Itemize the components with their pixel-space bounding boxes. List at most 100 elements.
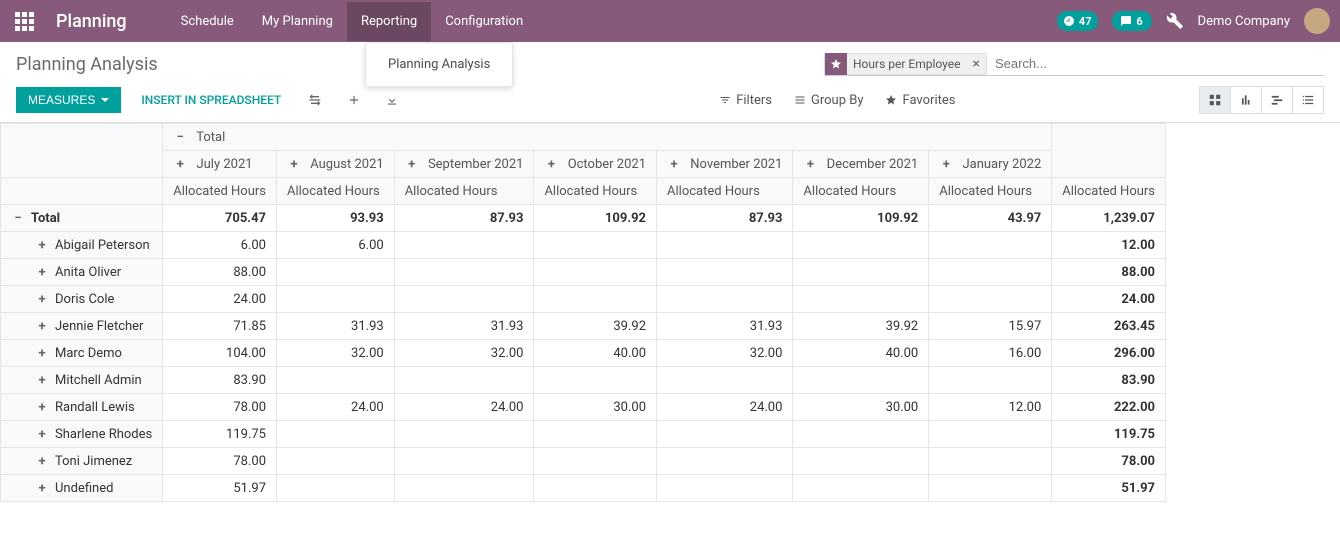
measures-button[interactable]: MEASURES xyxy=(16,87,121,113)
collapse-icon[interactable]: − xyxy=(11,211,25,225)
download-button[interactable] xyxy=(379,89,405,111)
cell xyxy=(793,448,929,475)
col-month-header[interactable]: + August 2021 xyxy=(277,151,395,178)
alloc-corner xyxy=(1,178,163,205)
col-total-header[interactable]: − Total xyxy=(163,124,1052,151)
row-header[interactable]: +Marc Demo xyxy=(1,340,163,367)
caret-down-icon xyxy=(101,98,109,102)
cell: 32.00 xyxy=(394,340,534,367)
cell: 222.00 xyxy=(1052,394,1166,421)
view-pivot-button[interactable] xyxy=(1199,86,1231,114)
user-avatar[interactable] xyxy=(1304,8,1330,34)
row-header[interactable]: +Undefined xyxy=(1,475,163,502)
search-input[interactable] xyxy=(987,52,1324,75)
expand-icon[interactable]: + xyxy=(35,346,49,360)
table-row: +Toni Jimenez78.0078.00 xyxy=(1,448,1166,475)
row-total-header[interactable]: −Total xyxy=(1,205,163,232)
table-row: +Doris Cole24.0024.00 xyxy=(1,286,1166,313)
table-row: +Randall Lewis78.0024.0024.0030.0024.003… xyxy=(1,394,1166,421)
cell: 43.97 xyxy=(929,205,1052,232)
nav-configuration[interactable]: Configuration xyxy=(431,2,537,41)
table-row: +Abigail Peterson6.006.0012.00 xyxy=(1,232,1166,259)
alloc-header-row: Allocated HoursAllocated HoursAllocated … xyxy=(1,178,1166,205)
expand-icon[interactable]: + xyxy=(803,157,817,171)
row-name: Sharlene Rhodes xyxy=(55,427,152,442)
expand-icon[interactable]: + xyxy=(35,400,49,414)
apps-icon[interactable] xyxy=(10,7,38,35)
alloc-hours-header: Allocated Hours xyxy=(929,178,1052,205)
cell: 31.93 xyxy=(277,313,395,340)
star-outline-icon xyxy=(885,94,897,106)
view-gantt-button[interactable] xyxy=(1261,86,1293,114)
cell: 119.75 xyxy=(1052,421,1166,448)
filter-bar: Filters Group By Favorites xyxy=(719,93,955,108)
cell: 12.00 xyxy=(929,394,1052,421)
nav-schedule[interactable]: Schedule xyxy=(167,2,248,41)
expand-icon[interactable]: + xyxy=(173,157,187,171)
expand-icon[interactable]: + xyxy=(35,454,49,468)
row-name: Anita Oliver xyxy=(55,265,121,280)
expand-icon[interactable]: + xyxy=(35,292,49,306)
view-list-button[interactable] xyxy=(1292,86,1324,114)
expand-icon[interactable]: + xyxy=(939,157,953,171)
cell xyxy=(929,448,1052,475)
row-name: Mitchell Admin xyxy=(55,373,142,388)
nav-reporting[interactable]: Reporting xyxy=(347,2,431,41)
collapse-icon[interactable]: − xyxy=(173,130,187,144)
list-view-icon xyxy=(1301,93,1315,107)
cell xyxy=(394,286,534,313)
flip-axis-button[interactable] xyxy=(301,88,329,112)
cell: 51.97 xyxy=(1052,475,1166,502)
favorites-button[interactable]: Favorites xyxy=(885,93,955,108)
row-header[interactable]: + Anita Oliver xyxy=(1,259,163,286)
total-row: −Total705.4793.9387.93109.9287.93109.924… xyxy=(1,205,1166,232)
debug-icon[interactable] xyxy=(1166,12,1184,30)
row-header[interactable]: +Abigail Peterson xyxy=(1,232,163,259)
expand-icon[interactable]: + xyxy=(35,319,49,333)
groupby-button[interactable]: Group By xyxy=(794,93,864,108)
cell: 109.92 xyxy=(534,205,657,232)
expand-icon[interactable]: + xyxy=(35,373,49,387)
row-header[interactable]: +Doris Cole xyxy=(1,286,163,313)
activity-badge[interactable]: 47 xyxy=(1057,11,1098,31)
col-month-header[interactable]: + January 2022 xyxy=(929,151,1052,178)
row-header[interactable]: +Toni Jimenez xyxy=(1,448,163,475)
cell: 40.00 xyxy=(793,340,929,367)
expand-icon[interactable]: + xyxy=(35,265,49,279)
cell: 93.93 xyxy=(277,205,395,232)
insert-spreadsheet-button[interactable]: INSERT IN SPREADSHEET xyxy=(133,87,289,113)
row-header[interactable]: +Randall Lewis xyxy=(1,394,163,421)
col-month-header[interactable]: + September 2021 xyxy=(394,151,534,178)
dropdown-planning-analysis[interactable]: Planning Analysis xyxy=(366,51,512,78)
cell xyxy=(929,232,1052,259)
expand-icon[interactable]: + xyxy=(35,427,49,441)
apps-grid-icon xyxy=(15,12,34,31)
nav-my-planning[interactable]: My Planning xyxy=(248,2,347,41)
expand-icon[interactable]: + xyxy=(405,157,419,171)
row-header[interactable]: + Mitchell Admin xyxy=(1,367,163,394)
expand-icon[interactable]: + xyxy=(287,157,301,171)
app-brand[interactable]: Planning xyxy=(56,11,127,32)
cell xyxy=(657,421,793,448)
messages-badge[interactable]: 6 xyxy=(1112,11,1152,31)
cell xyxy=(534,286,657,313)
col-month-header[interactable]: + July 2021 xyxy=(163,151,277,178)
cell xyxy=(534,475,657,502)
expand-icon[interactable]: + xyxy=(544,157,558,171)
company-name[interactable]: Demo Company xyxy=(1198,14,1290,29)
expand-all-button[interactable] xyxy=(341,89,367,111)
alloc-hours-header: Allocated Hours xyxy=(657,178,793,205)
month-label: July 2021 xyxy=(196,157,252,172)
row-header[interactable]: + Sharlene Rhodes xyxy=(1,421,163,448)
view-graph-button[interactable] xyxy=(1230,86,1262,114)
expand-icon[interactable]: + xyxy=(667,157,681,171)
filters-button[interactable]: Filters xyxy=(719,93,772,108)
col-month-header[interactable]: + October 2021 xyxy=(534,151,657,178)
expand-icon[interactable]: + xyxy=(35,238,49,252)
month-label: January 2022 xyxy=(962,157,1041,172)
row-header[interactable]: +Jennie Fletcher xyxy=(1,313,163,340)
expand-icon[interactable]: + xyxy=(35,481,49,495)
col-month-header[interactable]: + December 2021 xyxy=(793,151,929,178)
col-month-header[interactable]: + November 2021 xyxy=(657,151,793,178)
facet-remove[interactable]: × xyxy=(966,56,985,72)
